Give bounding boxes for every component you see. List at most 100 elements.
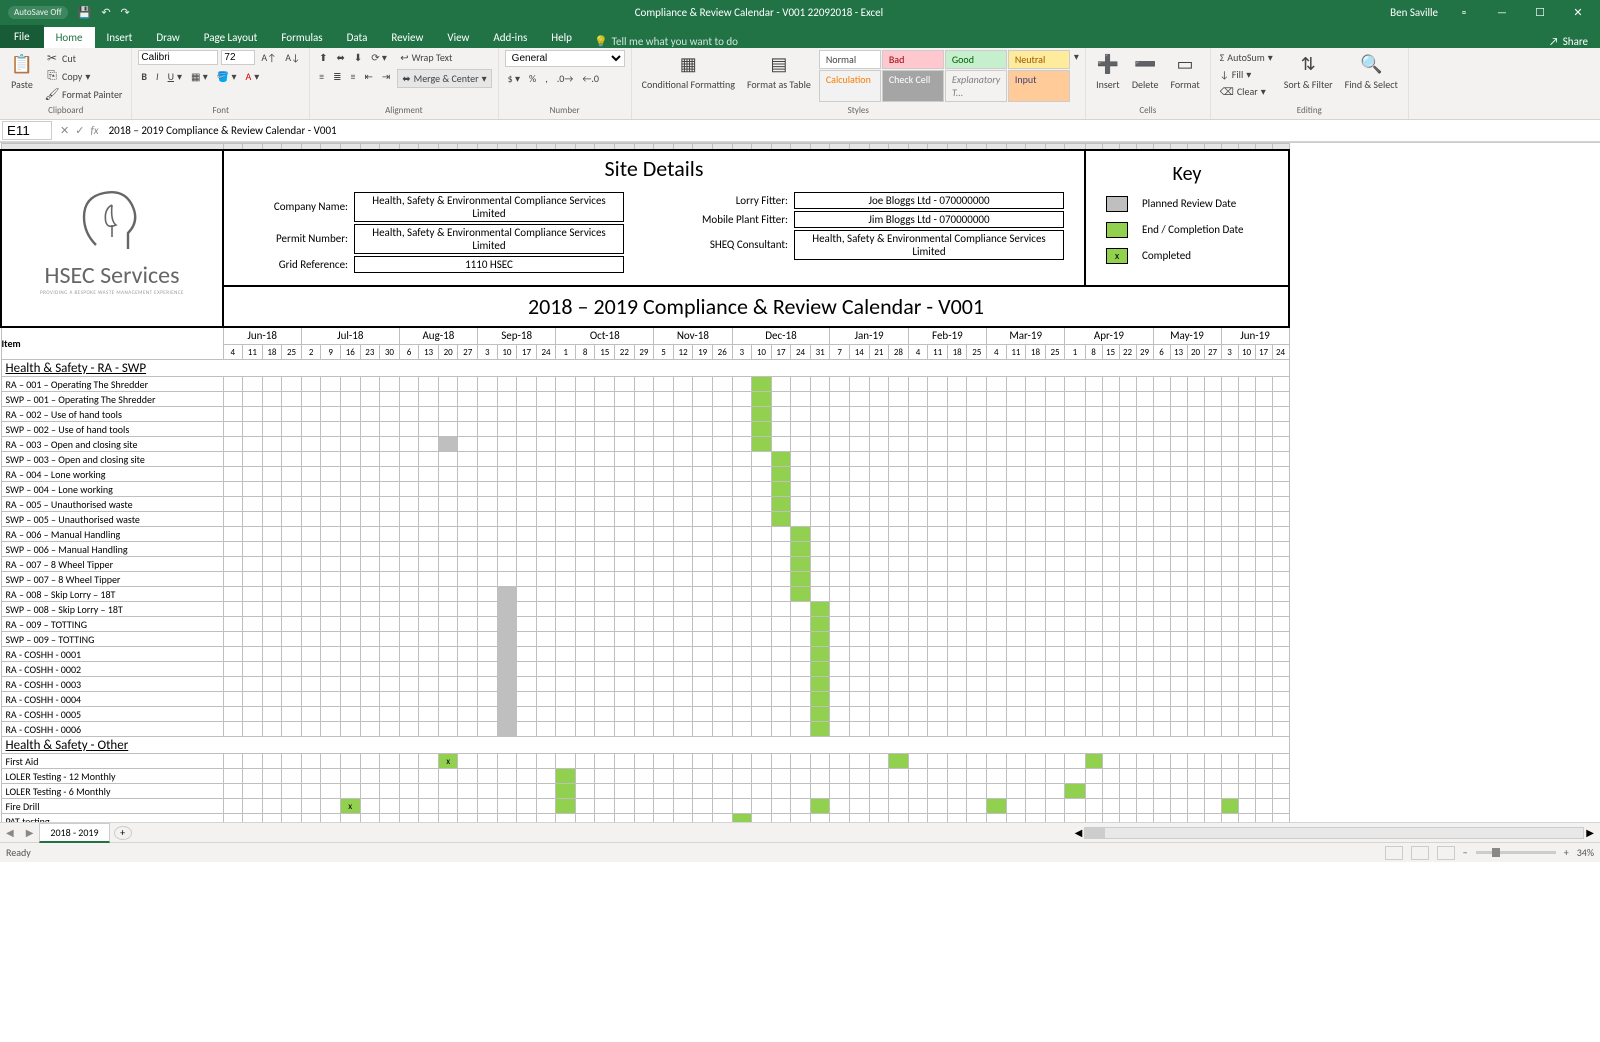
schedule-cell[interactable]: [282, 754, 302, 769]
schedule-cell[interactable]: [1187, 407, 1204, 422]
schedule-cell[interactable]: [830, 587, 850, 602]
schedule-cell[interactable]: [1153, 647, 1170, 662]
schedule-cell[interactable]: [850, 557, 870, 572]
schedule-cell[interactable]: [1170, 482, 1187, 497]
schedule-cell[interactable]: [947, 632, 967, 647]
schedule-cell[interactable]: [967, 527, 987, 542]
schedule-cell[interactable]: [458, 587, 478, 602]
schedule-cell[interactable]: [536, 707, 556, 722]
schedule-cell[interactable]: [615, 632, 635, 647]
schedule-cell[interactable]: [1204, 617, 1221, 632]
schedule-cell[interactable]: [1065, 617, 1085, 632]
schedule-cell[interactable]: [928, 707, 948, 722]
horizontal-scrollbar[interactable]: [1084, 827, 1584, 839]
schedule-cell[interactable]: [693, 799, 713, 814]
schedule-cell[interactable]: [732, 602, 752, 617]
schedule-cell[interactable]: [752, 647, 772, 662]
schedule-cell[interactable]: [458, 677, 478, 692]
schedule-cell[interactable]: [987, 632, 1007, 647]
schedule-cell[interactable]: [1045, 677, 1065, 692]
schedule-cell[interactable]: [1170, 512, 1187, 527]
schedule-cell[interactable]: [478, 497, 498, 512]
schedule-cell[interactable]: [458, 542, 478, 557]
schedule-cell[interactable]: [693, 497, 713, 512]
schedule-cell[interactable]: [223, 557, 243, 572]
schedule-cell[interactable]: [1187, 722, 1204, 737]
schedule-cell[interactable]: [928, 467, 948, 482]
schedule-cell[interactable]: [1006, 587, 1026, 602]
schedule-cell[interactable]: [321, 572, 341, 587]
schedule-cell[interactable]: [243, 632, 263, 647]
schedule-cell[interactable]: [1119, 677, 1136, 692]
schedule-cell[interactable]: [752, 542, 772, 557]
schedule-cell[interactable]: [967, 407, 987, 422]
schedule-cell[interactable]: [340, 407, 360, 422]
schedule-cell[interactable]: [575, 799, 595, 814]
schedule-cell[interactable]: [615, 617, 635, 632]
schedule-cell[interactable]: [1006, 632, 1026, 647]
schedule-cell[interactable]: [223, 377, 243, 392]
schedule-cell[interactable]: [223, 512, 243, 527]
schedule-cell[interactable]: [673, 632, 693, 647]
schedule-cell[interactable]: [1136, 407, 1153, 422]
schedule-cell[interactable]: [243, 512, 263, 527]
schedule-cell[interactable]: [575, 542, 595, 557]
schedule-cell[interactable]: [850, 707, 870, 722]
schedule-cell[interactable]: [517, 497, 537, 512]
schedule-cell[interactable]: [654, 647, 674, 662]
schedule-cell[interactable]: [928, 769, 948, 784]
schedule-cell[interactable]: [1153, 572, 1170, 587]
schedule-cell[interactable]: [575, 602, 595, 617]
schedule-cell[interactable]: [1065, 512, 1085, 527]
undo-icon[interactable]: ↶: [101, 6, 110, 19]
schedule-cell[interactable]: [419, 482, 439, 497]
schedule-cell[interactable]: [1065, 542, 1085, 557]
schedule-cell[interactable]: [1102, 769, 1119, 784]
schedule-cell[interactable]: [575, 647, 595, 662]
schedule-cell[interactable]: [321, 392, 341, 407]
schedule-cell[interactable]: [830, 784, 850, 799]
increase-decimal-button[interactable]: .0→: [554, 71, 577, 86]
schedule-cell[interactable]: [1238, 799, 1255, 814]
schedule-cell[interactable]: [399, 527, 419, 542]
schedule-cell[interactable]: [262, 392, 282, 407]
schedule-cell[interactable]: [1065, 647, 1085, 662]
schedule-cell[interactable]: [262, 692, 282, 707]
schedule-cell[interactable]: [595, 632, 615, 647]
schedule-cell[interactable]: [321, 437, 341, 452]
schedule-cell[interactable]: [1085, 557, 1102, 572]
schedule-cell[interactable]: [399, 422, 419, 437]
schedule-cell[interactable]: [947, 799, 967, 814]
schedule-cell-marked[interactable]: [497, 662, 517, 677]
schedule-cell[interactable]: [615, 707, 635, 722]
schedule-cell[interactable]: [243, 754, 263, 769]
schedule-cell[interactable]: [673, 557, 693, 572]
schedule-cell[interactable]: [1026, 377, 1046, 392]
schedule-cell[interactable]: [438, 467, 458, 482]
schedule-cell[interactable]: [654, 692, 674, 707]
schedule-cell[interactable]: [1006, 662, 1026, 677]
schedule-cell[interactable]: [517, 587, 537, 602]
schedule-cell-marked[interactable]: x: [340, 799, 360, 814]
schedule-cell[interactable]: [928, 557, 948, 572]
schedule-cell[interactable]: [536, 452, 556, 467]
schedule-cell[interactable]: [321, 617, 341, 632]
schedule-cell[interactable]: [458, 392, 478, 407]
schedule-cell[interactable]: [1026, 467, 1046, 482]
schedule-cell[interactable]: [673, 662, 693, 677]
schedule-cell[interactable]: [1221, 677, 1238, 692]
schedule-cell[interactable]: [1221, 617, 1238, 632]
schedule-cell[interactable]: [1085, 422, 1102, 437]
schedule-cell[interactable]: [575, 497, 595, 512]
schedule-cell[interactable]: [732, 512, 752, 527]
schedule-cell[interactable]: [1170, 769, 1187, 784]
schedule-cell[interactable]: [301, 467, 321, 482]
schedule-cell[interactable]: [1102, 754, 1119, 769]
schedule-cell[interactable]: [360, 572, 380, 587]
schedule-cell[interactable]: [1204, 647, 1221, 662]
schedule-cell[interactable]: [1272, 452, 1289, 467]
schedule-cell[interactable]: [1026, 754, 1046, 769]
enter-formula-icon[interactable]: ✓: [75, 124, 84, 137]
schedule-cell[interactable]: [693, 602, 713, 617]
font-size-input[interactable]: [221, 50, 255, 65]
